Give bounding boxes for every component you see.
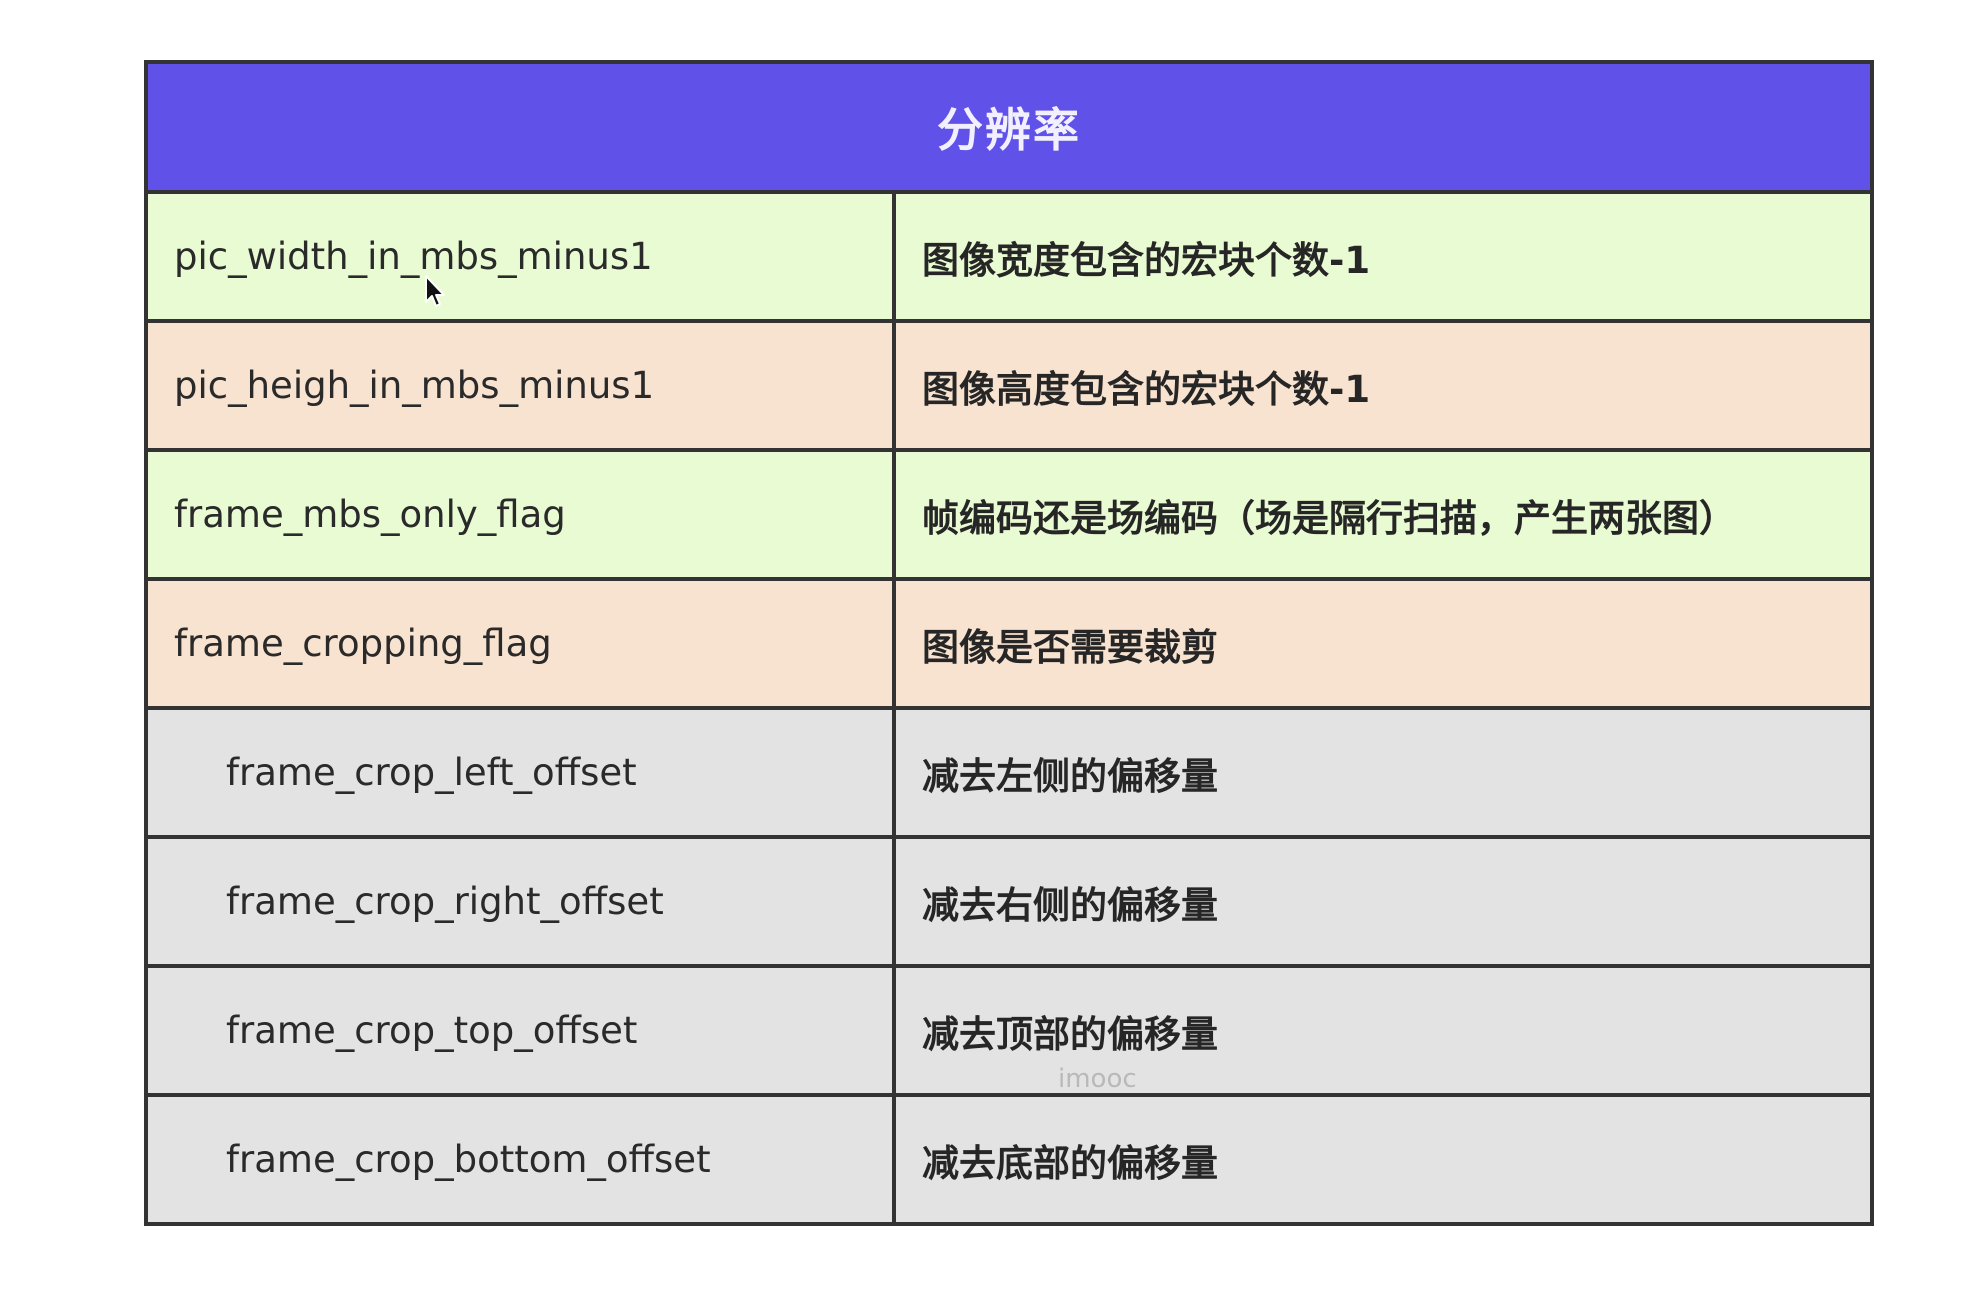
field-desc-cell: 图像高度包含的宏块个数-1 <box>922 367 1371 411</box>
table-row: frame_crop_top_offset 减去顶部的偏移量 <box>148 968 1870 1097</box>
field-desc-cell: 图像宽度包含的宏块个数-1 <box>922 238 1371 282</box>
field-desc-cell: 减去右侧的偏移量 <box>922 883 1218 927</box>
watermark: imooc <box>1058 1064 1137 1094</box>
field-name-cell: frame_cropping_flag <box>148 581 896 706</box>
table-row: frame_crop_left_offset 减去左侧的偏移量 <box>148 710 1870 839</box>
field-name-cell: frame_crop_top_offset <box>148 968 896 1093</box>
table-row: frame_crop_right_offset 减去右侧的偏移量 <box>148 839 1870 968</box>
table-header: 分辨率 <box>148 64 1870 194</box>
field-desc-cell: 减去底部的偏移量 <box>922 1141 1218 1185</box>
field-name-cell: pic_width_in_mbs_minus1 <box>148 194 896 319</box>
table-row: pic_width_in_mbs_minus1 图像宽度包含的宏块个数-1 <box>148 194 1870 323</box>
table-row: frame_crop_bottom_offset 减去底部的偏移量 <box>148 1097 1870 1222</box>
table-row: frame_mbs_only_flag 帧编码还是场编码（场是隔行扫描，产生两张… <box>148 452 1870 581</box>
field-name-cell: frame_mbs_only_flag <box>148 452 896 577</box>
field-name-cell: frame_crop_left_offset <box>148 710 896 835</box>
table-title: 分辨率 <box>937 103 1081 157</box>
field-desc-cell: 帧编码还是场编码（场是隔行扫描，产生两张图） <box>922 496 1736 540</box>
mouse-cursor-icon <box>425 275 445 307</box>
table-row: frame_cropping_flag 图像是否需要裁剪 <box>148 581 1870 710</box>
field-desc-cell: 减去顶部的偏移量 <box>922 1012 1218 1056</box>
resolution-table: 分辨率 pic_width_in_mbs_minus1 图像宽度包含的宏块个数-… <box>144 60 1874 1226</box>
field-name-cell: frame_crop_bottom_offset <box>148 1097 896 1222</box>
field-desc-cell: 减去左侧的偏移量 <box>922 754 1218 798</box>
field-name-cell: pic_heigh_in_mbs_minus1 <box>148 323 896 448</box>
field-name-cell: frame_crop_right_offset <box>148 839 896 964</box>
field-desc-cell: 图像是否需要裁剪 <box>922 625 1218 669</box>
table-row: pic_heigh_in_mbs_minus1 图像高度包含的宏块个数-1 <box>148 323 1870 452</box>
